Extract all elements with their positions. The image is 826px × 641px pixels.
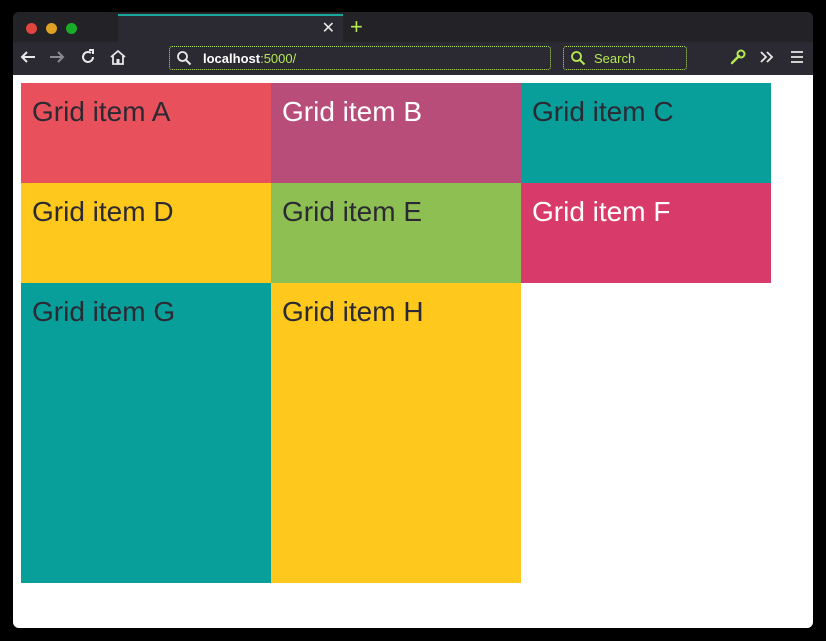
grid-item-b: Grid item B	[271, 83, 521, 183]
url-bar[interactable]: localhost:5000/	[169, 46, 551, 70]
grid-item-g: Grid item G	[21, 283, 271, 583]
wrench-icon[interactable]	[727, 48, 749, 70]
grid-item-e: Grid item E	[271, 183, 521, 283]
grid-item-label: Grid item H	[282, 296, 424, 327]
nav-toolbar: localhost:5000/ Search	[13, 42, 813, 75]
search-placeholder: Search	[594, 51, 636, 66]
grid-item-label: Grid item B	[282, 96, 423, 127]
grid-item-label: Grid item F	[532, 196, 671, 227]
close-window-button[interactable]	[26, 23, 37, 34]
menu-icon[interactable]	[786, 48, 808, 70]
tab-localhost[interactable]: ✕	[118, 14, 343, 42]
grid-item-label: Grid item E	[282, 196, 423, 227]
grid-item-label: Grid item C	[532, 96, 674, 127]
page-content: Grid item A Grid item B Grid item C Grid…	[13, 75, 813, 628]
zoom-window-button[interactable]	[66, 23, 77, 34]
grid-item-label: Grid item D	[32, 196, 174, 227]
browser-window: ✕ + localhost:5000/ Search Grid item A G…	[13, 12, 813, 628]
grid-item-c: Grid item C	[521, 83, 771, 183]
title-bar: ✕ +	[13, 12, 813, 42]
grid-item-label: Grid item G	[32, 296, 176, 327]
reload-icon[interactable]	[77, 48, 99, 70]
tab-close-icon[interactable]: ✕	[322, 20, 335, 38]
new-tab-button[interactable]: +	[350, 15, 363, 39]
search-icon	[176, 50, 192, 71]
home-icon[interactable]	[107, 48, 129, 70]
minimize-window-button[interactable]	[46, 23, 57, 34]
grid-item-f: Grid item F	[521, 183, 771, 283]
back-arrow-icon[interactable]	[17, 48, 39, 70]
grid-item-a: Grid item A	[21, 83, 271, 183]
overflow-chevrons-icon[interactable]	[756, 48, 778, 70]
url-path: :5000/	[260, 51, 297, 66]
search-input[interactable]: Search	[563, 46, 687, 70]
search-icon	[570, 50, 586, 71]
forward-arrow-icon[interactable]	[46, 48, 68, 70]
url-text: localhost:5000/	[203, 51, 296, 67]
url-host: localhost	[203, 51, 261, 66]
grid-item-label: Grid item A	[32, 96, 171, 127]
grid-item-d: Grid item D	[21, 183, 271, 283]
grid-item-h: Grid item H	[271, 283, 521, 583]
